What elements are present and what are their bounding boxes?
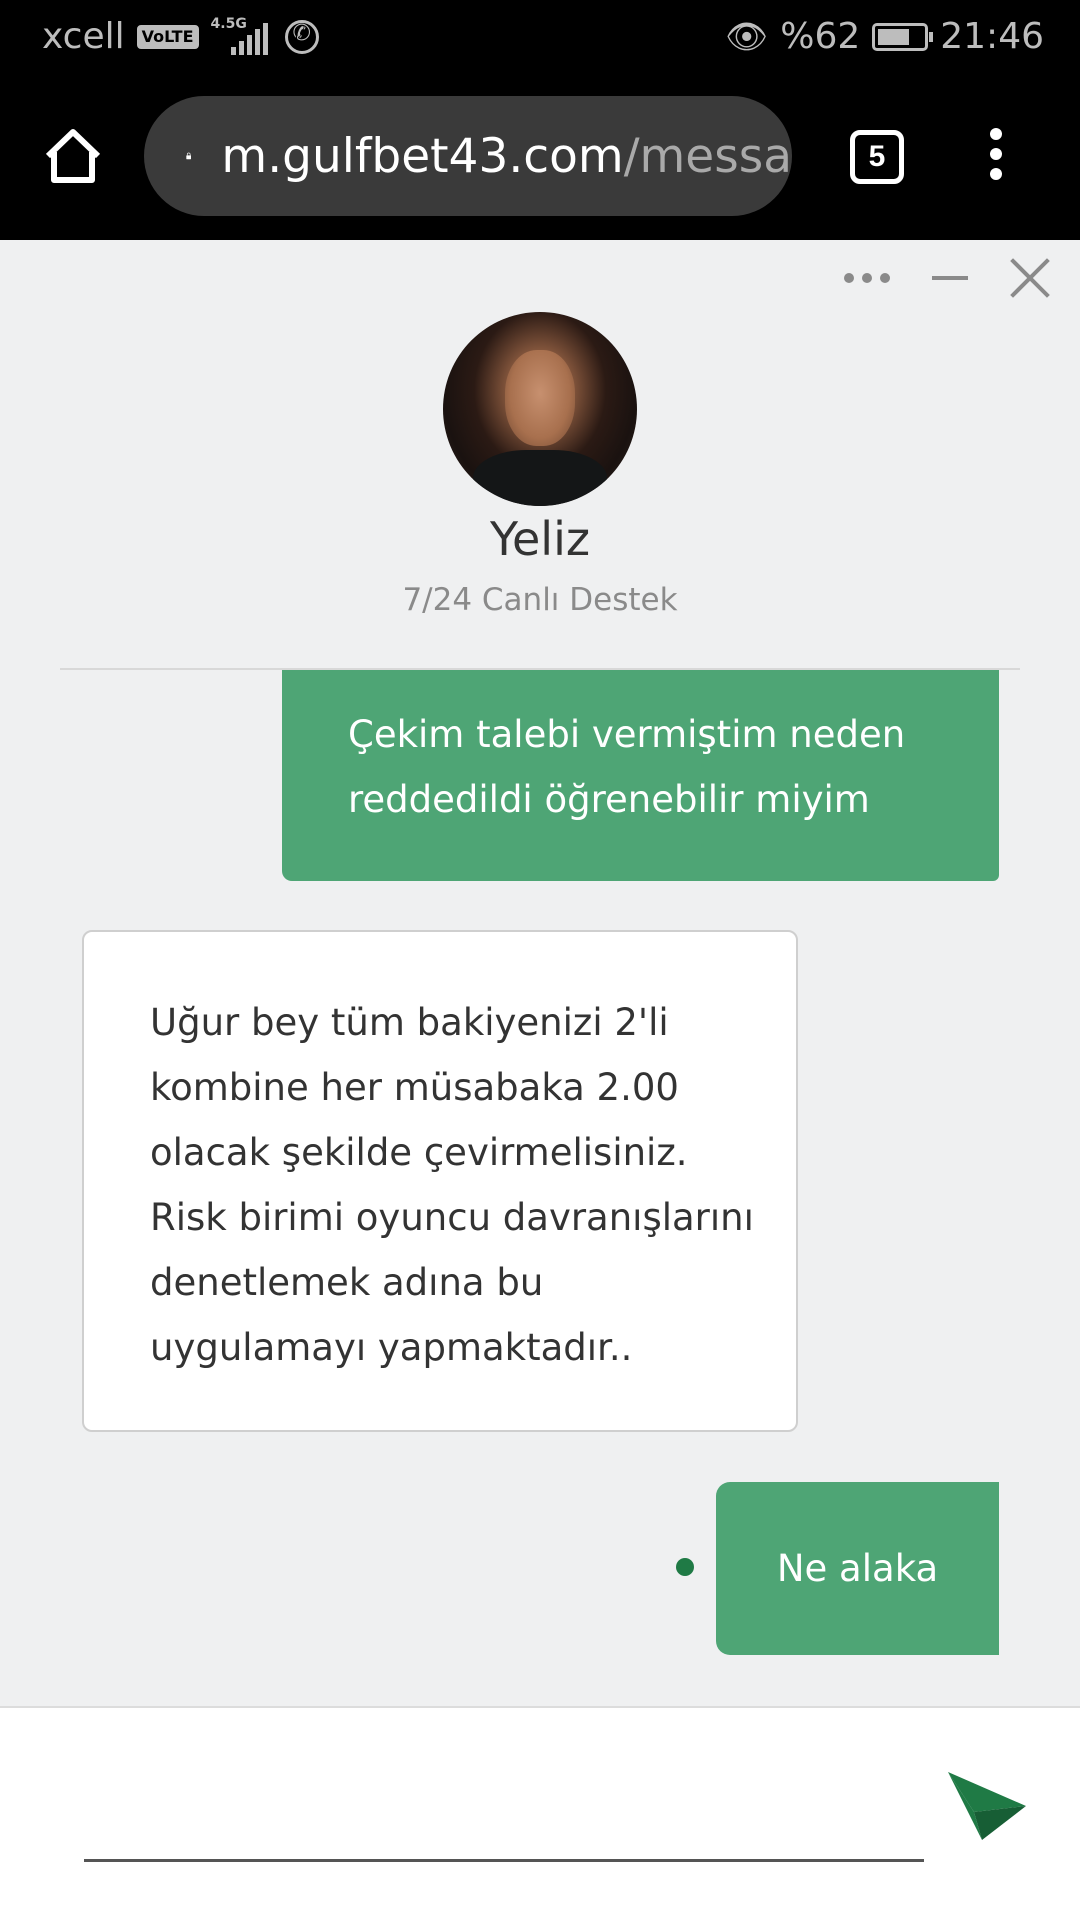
chat-window-controls <box>844 258 1050 298</box>
address-bar[interactable]: m.gulfbet43.com/messa <box>144 96 792 216</box>
clock: 21:46 <box>940 16 1044 57</box>
status-bar: xcell VoLTE 4.5G 👁 %62 21:46 <box>0 0 1080 74</box>
url-path: /messa <box>623 128 792 184</box>
agent-role: 7/24 Canlı Destek <box>402 582 678 618</box>
more-icon[interactable] <box>844 273 890 283</box>
url-host: m.gulfbet43.com <box>221 128 624 184</box>
signal-icon: 4.5G <box>211 17 273 57</box>
carrier-label: xcell <box>42 16 125 57</box>
menu-icon[interactable] <box>986 128 1006 188</box>
user-message: Ne alaka <box>716 1482 999 1655</box>
sent-indicator <box>676 1558 694 1576</box>
minimize-icon[interactable] <box>932 276 968 280</box>
agent-name: Yeliz <box>490 512 590 566</box>
tabs-icon[interactable]: 5 <box>850 130 904 184</box>
url-text[interactable]: m.gulfbet43.com/messa <box>221 129 792 184</box>
message-input[interactable] <box>84 1808 924 1862</box>
avatar <box>443 312 637 506</box>
user-message: Çekim talebi vermiştim neden reddedildi … <box>282 670 999 881</box>
whatsapp-icon <box>284 19 319 54</box>
agent-message: Uğur bey tüm bakiyenizi 2'li kombine her… <box>82 930 798 1432</box>
browser-toolbar: m.gulfbet43.com/messa 5 <box>0 74 1080 240</box>
tab-count: 5 <box>868 140 886 173</box>
battery-icon <box>872 22 934 51</box>
message-composer <box>0 1706 1080 1920</box>
volte-badge: VoLTE <box>136 24 199 49</box>
battery-percent: %62 <box>780 16 861 57</box>
home-icon[interactable] <box>42 126 104 186</box>
close-icon[interactable] <box>1010 258 1050 298</box>
lock-icon <box>186 152 192 160</box>
eye-icon: 👁 <box>725 16 769 57</box>
send-icon[interactable] <box>944 1768 1030 1844</box>
